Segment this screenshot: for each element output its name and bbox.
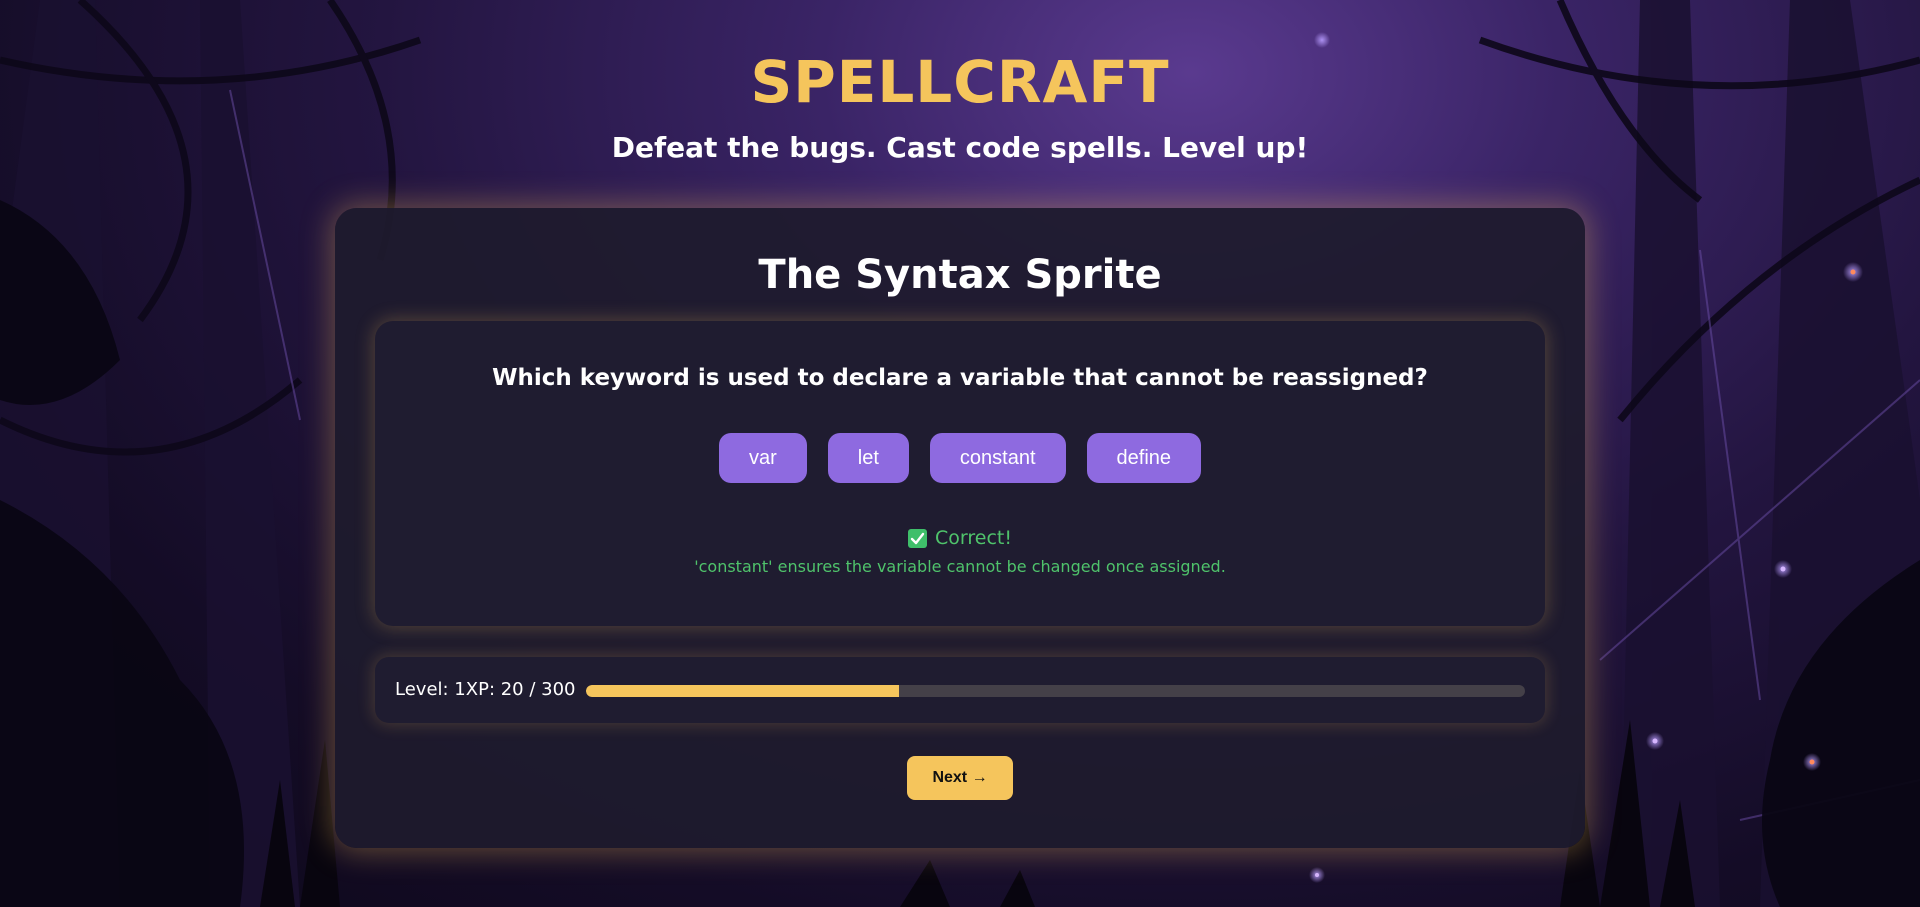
game-tagline: Defeat the bugs. Cast code spells. Level… — [611, 131, 1309, 164]
option-button-define[interactable]: define — [1086, 433, 1202, 483]
answer-feedback: Correct! 'constant' ensures the variable… — [375, 527, 1545, 576]
xp-progress-fill — [586, 685, 899, 697]
option-button-constant[interactable]: constant — [929, 433, 1066, 483]
check-icon — [908, 528, 928, 548]
next-button[interactable]: Next → — [907, 756, 1013, 800]
battle-card: The Syntax Sprite Which keyword is used … — [335, 208, 1585, 848]
option-button-let[interactable]: let — [827, 433, 909, 483]
quiz-panel: Which keyword is used to declare a varia… — [375, 321, 1545, 626]
feedback-status-text: Correct! — [935, 527, 1012, 549]
answer-options: var let constant define — [375, 433, 1545, 483]
game-title: SPELLCRAFT — [750, 48, 1170, 116]
feedback-status: Correct! — [375, 527, 1545, 549]
boss-name: The Syntax Sprite — [758, 252, 1162, 298]
question-text: Which keyword is used to declare a varia… — [492, 365, 1428, 391]
level-xp-label: Level: 1XP: 20 / 300 — [395, 679, 576, 700]
xp-progress-bar — [586, 685, 1525, 697]
feedback-explanation: 'constant' ensures the variable cannot b… — [694, 557, 1226, 576]
option-button-var[interactable]: var — [718, 433, 807, 483]
xp-panel: Level: 1XP: 20 / 300 — [375, 657, 1545, 723]
